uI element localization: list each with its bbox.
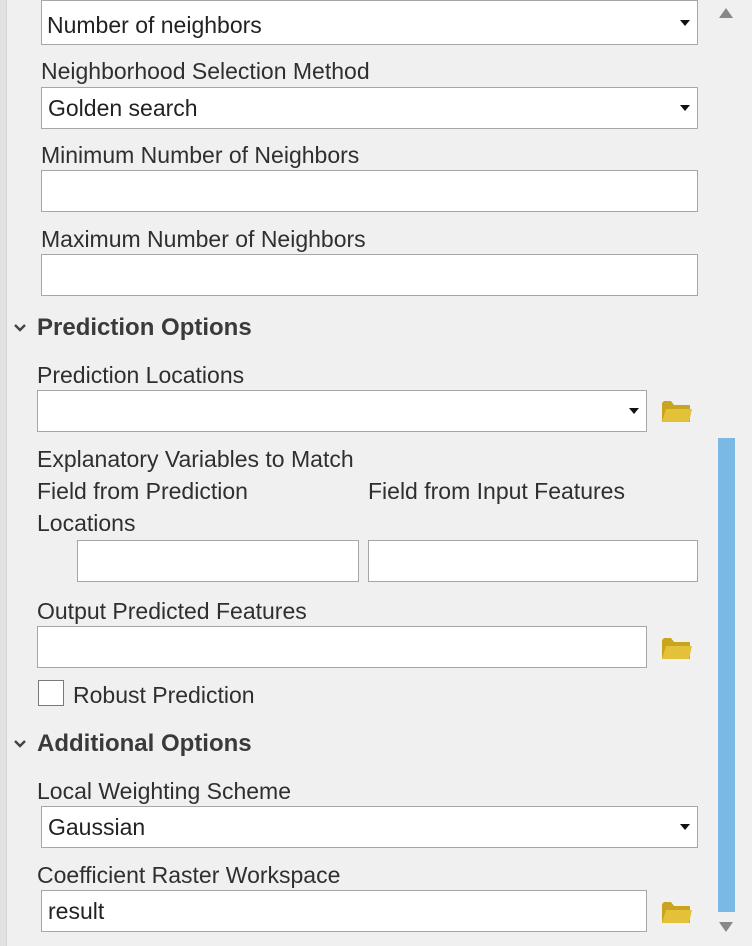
output-predicted-label: Output Predicted Features (37, 598, 307, 624)
local-weighting-dropdown[interactable]: Gaussian (41, 806, 698, 848)
col-prediction-header-line1: Field from Prediction (37, 478, 248, 504)
local-weighting-label: Local Weighting Scheme (37, 778, 291, 804)
field-from-input-features-input[interactable] (368, 540, 698, 582)
prediction-locations-dropdown[interactable] (37, 390, 647, 432)
dropdown-arrow-icon (680, 19, 690, 26)
coefficient-workspace-label: Coefficient Raster Workspace (37, 862, 341, 888)
min-neighbors-input[interactable] (41, 170, 698, 212)
prediction-locations-label: Prediction Locations (37, 362, 245, 388)
selection-method-value: Golden search (48, 95, 198, 121)
explanatory-variables-label: Explanatory Variables to Match (37, 446, 354, 472)
field-from-prediction-input[interactable] (77, 540, 359, 582)
prediction-options-title: Prediction Options (37, 314, 252, 341)
selection-method-dropdown[interactable]: Golden search (41, 87, 698, 129)
scroll-down-arrow-icon[interactable] (716, 918, 736, 936)
dropdown-arrow-icon (680, 105, 690, 111)
dropdown-arrow-icon (680, 824, 690, 830)
coefficient-workspace-value: result (48, 898, 105, 924)
scrollbar-thumb[interactable] (718, 438, 735, 912)
output-predicted-input[interactable] (37, 626, 647, 668)
col-prediction-header-line2: Locations (37, 510, 136, 536)
max-neighbors-input[interactable] (41, 254, 698, 296)
dropdown-arrow-icon (629, 408, 639, 414)
col-input-header: Field from Input Features (368, 478, 625, 504)
max-neighbors-label: Maximum Number of Neighbors (41, 226, 366, 252)
coefficient-workspace-input[interactable]: result (41, 890, 647, 932)
neighborhood-type-dropdown[interactable]: Number of neighbors (41, 0, 698, 45)
pane-left-border (0, 0, 7, 946)
chevron-down-icon (14, 324, 26, 332)
chevron-down-icon (14, 740, 26, 748)
folder-icon[interactable] (661, 635, 693, 661)
folder-icon[interactable] (661, 398, 693, 424)
prediction-options-header[interactable]: Prediction Options (12, 313, 312, 343)
geoprocessing-parameters-pane: Number of neighbors Neighborhood Selecti… (0, 0, 752, 946)
folder-icon[interactable] (661, 899, 693, 925)
robust-prediction-label: Robust Prediction (73, 682, 255, 708)
additional-options-header[interactable]: Additional Options (12, 729, 312, 759)
additional-options-title: Additional Options (37, 730, 252, 757)
neighborhood-type-value: Number of neighbors (47, 12, 262, 38)
robust-prediction-checkbox[interactable] (38, 680, 64, 706)
selection-method-label: Neighborhood Selection Method (41, 58, 370, 84)
local-weighting-value: Gaussian (48, 814, 146, 840)
min-neighbors-label: Minimum Number of Neighbors (41, 142, 360, 168)
scroll-up-arrow-icon[interactable] (716, 4, 736, 22)
